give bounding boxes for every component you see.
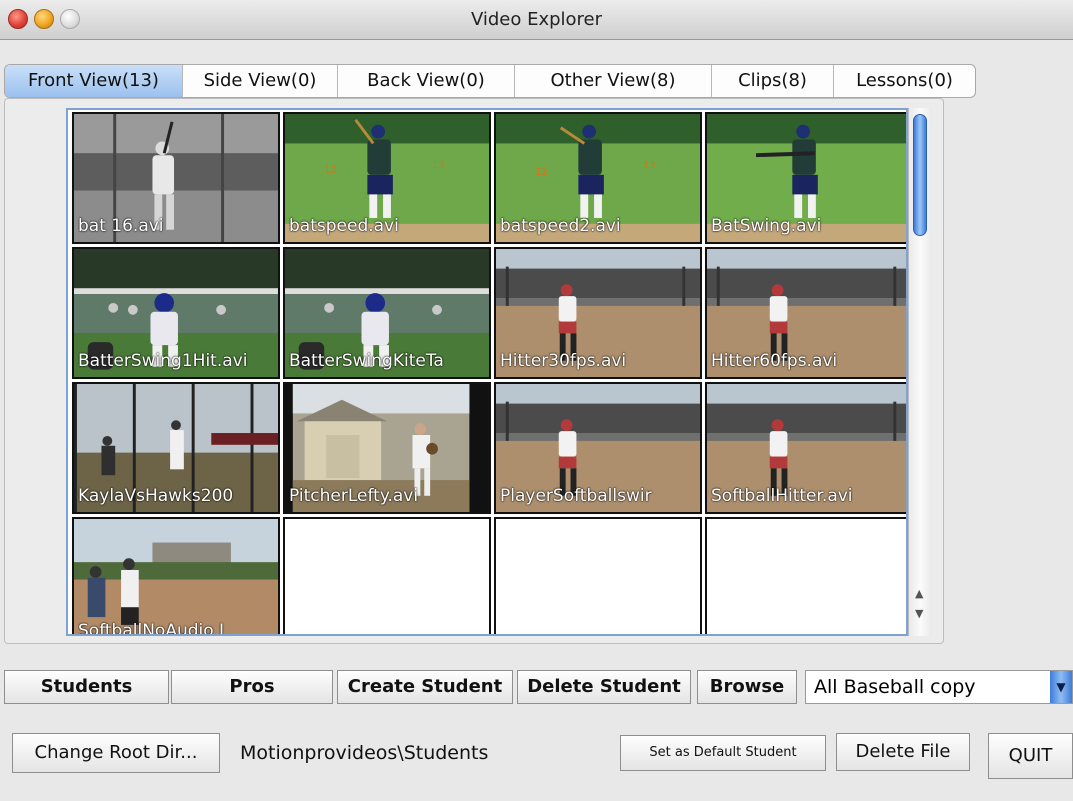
- video-thumbnail[interactable]: SoftballHitter.avi: [705, 382, 906, 514]
- video-thumbnail[interactable]: KaylaVsHawks200: [72, 382, 280, 514]
- students-button[interactable]: Students: [4, 670, 169, 704]
- video-thumbnail[interactable]: BatterSwingKiteTa: [283, 247, 491, 379]
- thumbnail-caption: bat 16.avi: [78, 216, 164, 236]
- thumbnail-grid: bat 16.avi 13 12 batspeed.avi 13 12 bats…: [72, 112, 906, 636]
- thumbnail-caption: Hitter60fps.avi: [711, 351, 838, 371]
- video-thumbnail[interactable]: 13 12 batspeed.avi: [283, 112, 491, 244]
- video-thumbnail[interactable]: Hitter60fps.avi: [705, 247, 906, 379]
- tab-back-view[interactable]: Back View(0): [338, 65, 515, 97]
- tab-front-view[interactable]: Front View(13): [5, 65, 183, 97]
- change-root-dir-button[interactable]: Change Root Dir...: [12, 733, 220, 773]
- svg-text:13: 13: [432, 160, 444, 171]
- student-select[interactable]: All Baseball copy ▼: [805, 670, 1073, 704]
- thumbnail-caption: KaylaVsHawks200: [78, 486, 234, 506]
- thumbnail-caption: SoftballHitter.avi: [711, 486, 853, 506]
- empty-thumbnail-slot: [705, 517, 906, 634]
- thumbnail-gallery: bat 16.avi 13 12 batspeed.avi 13 12 bats…: [66, 108, 908, 636]
- video-thumbnail[interactable]: BatSwing.avi: [705, 112, 906, 244]
- create-student-button[interactable]: Create Student: [337, 670, 513, 704]
- thumbnail-caption: batspeed2.avi: [500, 216, 621, 236]
- root-path-label: Motionprovideos\Students: [240, 742, 489, 764]
- tab-other-view[interactable]: Other View(8): [515, 65, 712, 97]
- scrollbar-thumb[interactable]: [913, 114, 927, 236]
- delete-student-button[interactable]: Delete Student: [517, 670, 691, 704]
- svg-text:12: 12: [535, 167, 547, 178]
- empty-thumbnail-slot: [494, 517, 702, 634]
- video-thumbnail[interactable]: SoftballNoAudio I: [72, 517, 280, 636]
- thumbnail-caption: PitcherLefty.avi: [289, 486, 419, 506]
- set-default-student-button[interactable]: Set as Default Student: [620, 735, 826, 771]
- quit-button[interactable]: QUIT: [988, 733, 1073, 779]
- scroll-up-arrow-icon[interactable]: ▲: [915, 588, 923, 600]
- thumbnail-caption: Hitter30fps.avi: [500, 351, 627, 371]
- video-thumbnail[interactable]: bat 16.avi: [72, 112, 280, 244]
- empty-thumbnail-slot: [283, 517, 491, 634]
- thumbnail-caption: batspeed.avi: [289, 216, 399, 236]
- thumbnail-caption: PlayerSoftballswir: [500, 486, 652, 506]
- view-tabs: Front View(13) Side View(0) Back View(0)…: [4, 64, 976, 98]
- browse-button[interactable]: Browse: [697, 670, 797, 704]
- tab-side-view[interactable]: Side View(0): [183, 65, 338, 97]
- window-title: Video Explorer: [470, 9, 603, 30]
- video-thumbnail[interactable]: PitcherLefty.avi: [283, 382, 491, 514]
- video-thumbnail[interactable]: BatterSwing1Hit.avi: [72, 247, 280, 379]
- video-preview: [74, 519, 278, 634]
- student-select-value: All Baseball copy: [814, 676, 976, 698]
- tab-clips[interactable]: Clips(8): [712, 65, 834, 97]
- scroll-down-arrow-icon[interactable]: ▼: [915, 608, 923, 620]
- video-thumbnail[interactable]: Hitter30fps.avi: [494, 247, 702, 379]
- tab-lessons[interactable]: Lessons(0): [834, 65, 975, 97]
- thumbnail-caption: BatterSwingKiteTa: [289, 351, 444, 371]
- thumbnail-caption: SoftballNoAudio I: [78, 621, 225, 636]
- pros-button[interactable]: Pros: [171, 670, 333, 704]
- delete-file-button[interactable]: Delete File: [836, 733, 970, 771]
- video-thumbnail[interactable]: PlayerSoftballswir: [494, 382, 702, 514]
- svg-text:12: 12: [324, 165, 336, 176]
- title-bar: Video Explorer: [0, 0, 1073, 40]
- thumbnail-caption: BatterSwing1Hit.avi: [78, 351, 248, 371]
- video-thumbnail[interactable]: 13 12 batspeed2.avi: [494, 112, 702, 244]
- gallery-scrollbar[interactable]: ▲ ▼: [908, 108, 932, 636]
- thumbnail-caption: BatSwing.avi: [711, 216, 822, 236]
- svg-text:13: 13: [643, 160, 655, 171]
- chevron-down-icon[interactable]: ▼: [1050, 671, 1072, 703]
